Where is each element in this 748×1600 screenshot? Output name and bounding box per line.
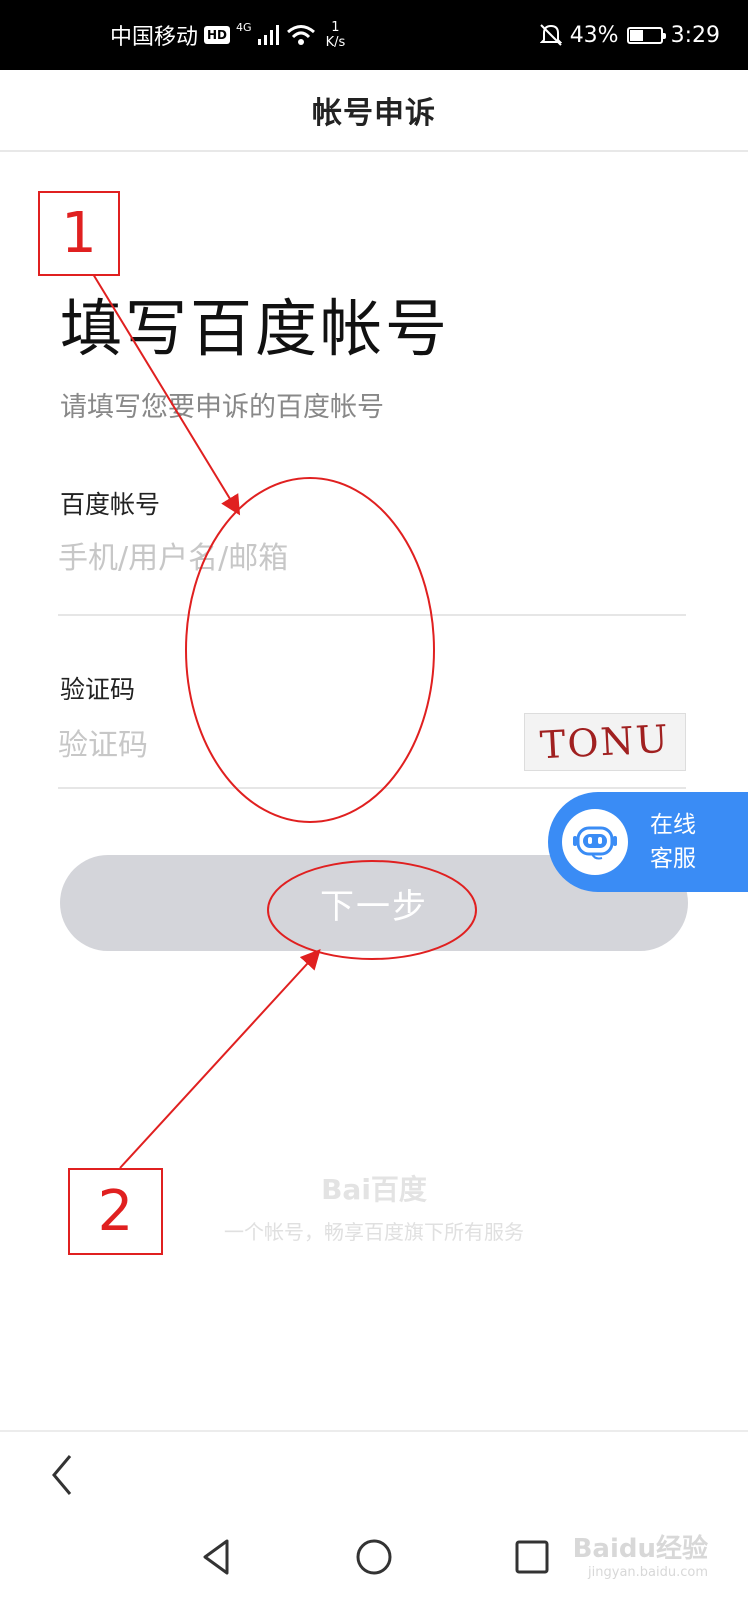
mute-bell-icon: [539, 24, 562, 46]
form-heading: 填写百度帐号: [60, 292, 451, 365]
captcha-input[interactable]: [58, 723, 498, 767]
back-arrow-icon[interactable]: [44, 1452, 84, 1498]
account-underline: [58, 614, 686, 616]
clock: 3:29: [670, 22, 720, 48]
watermark: Baidu经验 jingyan.baidu.com: [573, 1528, 708, 1580]
signal-icon: [257, 25, 279, 45]
account-label: 百度帐号: [60, 490, 161, 519]
watermark-url: jingyan.baidu.com: [588, 1565, 708, 1580]
arrow-2: [119, 949, 321, 1169]
annotation-marker-2: 2: [68, 1168, 163, 1255]
online-service-button[interactable]: 在线 客服: [548, 792, 748, 892]
carrier-name: 中国移动: [110, 25, 199, 50]
hd-badge: HD: [204, 26, 231, 44]
robot-icon: [562, 809, 628, 875]
page-title: 帐号申诉: [312, 96, 436, 131]
captcha-image[interactable]: TONU: [524, 713, 686, 771]
nav-recents-icon[interactable]: [510, 1535, 554, 1579]
form-subtitle: 请填写您要申诉的百度帐号: [60, 392, 384, 423]
captcha-underline: [58, 787, 686, 789]
battery-icon: [626, 26, 666, 44]
captcha-text: TONU: [539, 716, 671, 768]
captcha-label: 验证码: [60, 675, 136, 704]
network-type: 4G: [236, 20, 252, 34]
online-service-line1: 在线: [650, 812, 696, 838]
header: 帐号申诉: [0, 70, 748, 152]
online-service-label: 在线 客服: [650, 808, 710, 876]
nav-back-icon[interactable]: [195, 1535, 239, 1579]
annotation-marker-1: 1: [38, 191, 120, 276]
net-speed-unit: K/s: [325, 35, 346, 50]
net-speed: 1 K/s: [326, 20, 346, 50]
highlight-ellipse-fields: [185, 477, 435, 823]
account-input[interactable]: [58, 536, 678, 580]
wifi-icon: [286, 25, 315, 45]
status-bar: 中国移动 HD 4G 1 K/s 43% 3:29: [0, 0, 748, 70]
bottom-divider: [0, 1430, 748, 1432]
watermark-logo: Baidu经验: [572, 1534, 708, 1564]
nav-home-icon[interactable]: [352, 1535, 396, 1579]
net-speed-value: 1: [331, 20, 340, 35]
battery-percent: 43%: [569, 22, 619, 48]
online-service-line2: 客服: [650, 846, 696, 872]
